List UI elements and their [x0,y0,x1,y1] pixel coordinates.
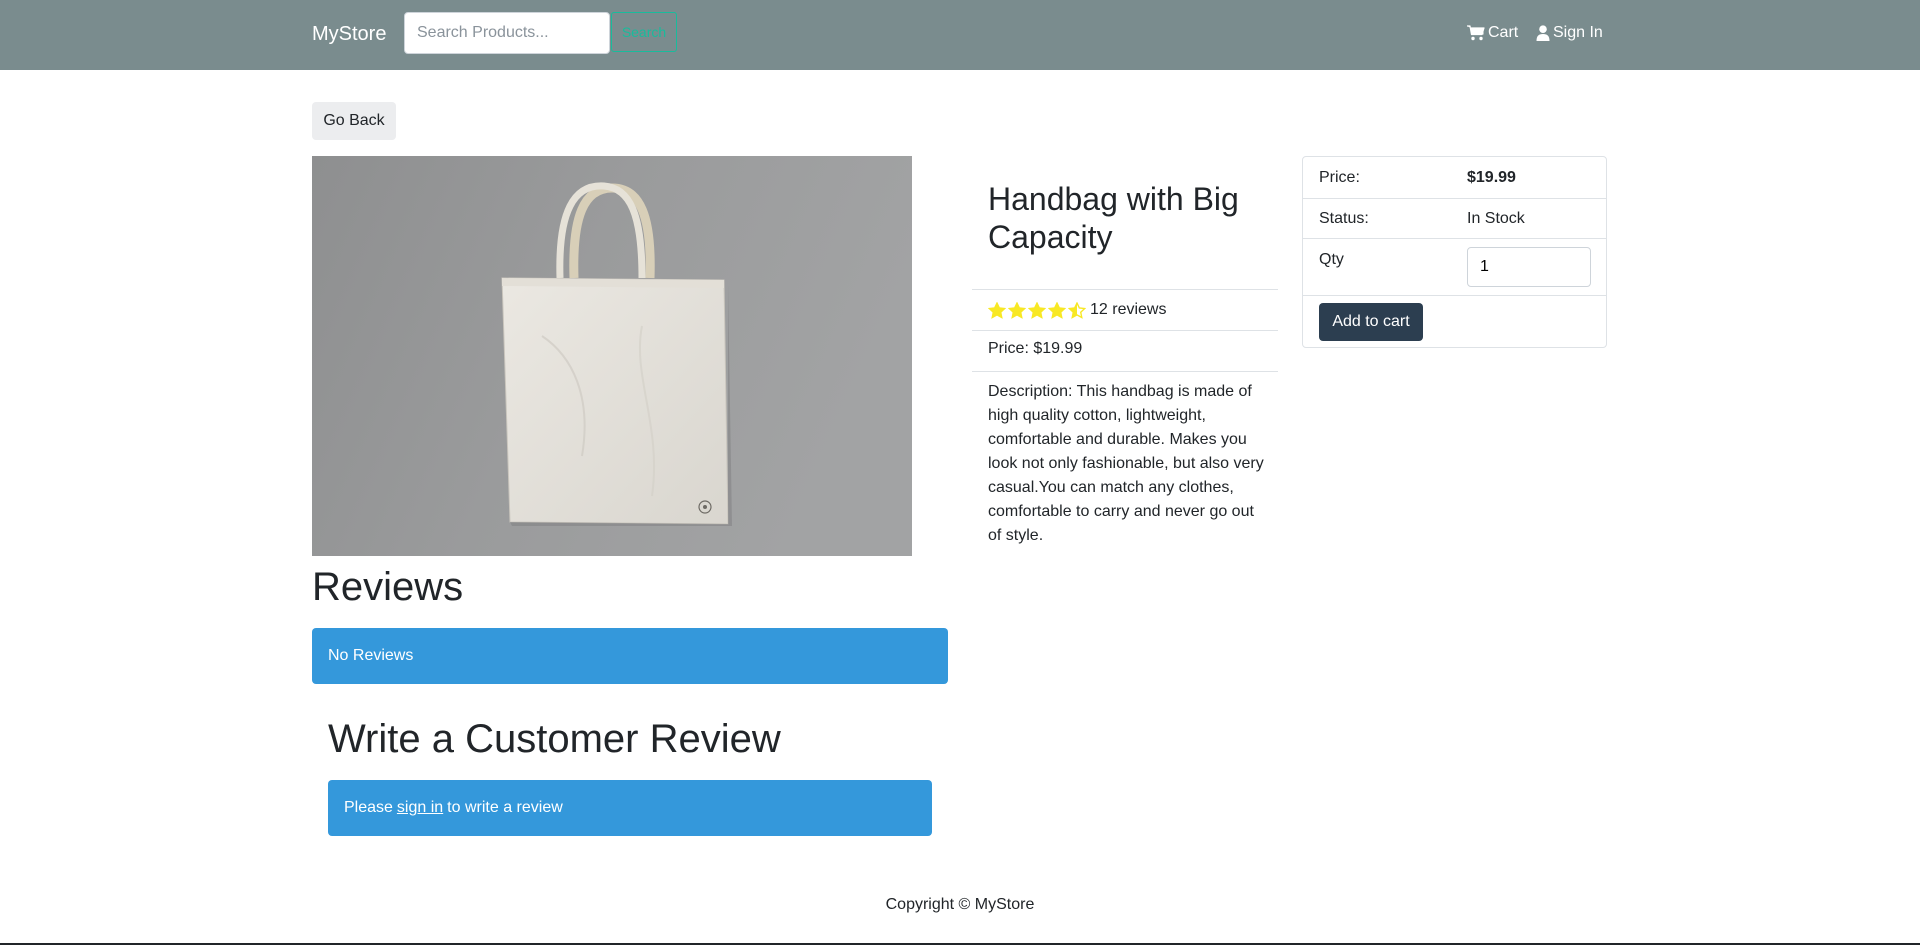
star-icon [1048,301,1066,319]
purchase-card: Price: $19.99 Status: In Stock Qty Add t… [1302,156,1607,348]
star-icon [1028,301,1046,319]
footer: Copyright © MyStore [0,894,1920,916]
reviews-heading: Reviews [312,565,464,609]
user-icon [1536,25,1550,41]
search-input[interactable] [404,12,610,54]
qty-label: Qty [1319,251,1344,268]
divider [972,330,1278,331]
search-button[interactable]: Search [611,12,677,52]
price-label: Price: [1319,169,1360,186]
nav-signin-link[interactable]: Sign In [1536,23,1603,43]
price-value: $19.99 [1467,169,1516,186]
star-icon [988,301,1006,319]
no-reviews-alert: No Reviews [312,628,948,684]
divider [972,289,1278,290]
reviews-count: 12 reviews [1090,301,1167,318]
nav-cart-link[interactable]: Cart [1467,23,1518,43]
product-image [312,156,912,556]
add-to-cart-button[interactable]: Add to cart [1319,303,1423,341]
signin-suffix: to write a review [447,799,563,816]
qty-input[interactable] [1467,247,1591,287]
navbar: MyStore Search Cart Sign In [0,0,1920,70]
nav-cart-label: Cart [1488,24,1519,41]
star-icon [1008,301,1026,319]
product-price: Price: $19.99 [988,340,1083,357]
status-row: Status: In Stock [1303,198,1606,239]
status-value: In Stock [1467,210,1525,227]
signin-prefix: Please [344,799,393,816]
copyright-text: Copyright © MyStore [885,896,1035,913]
price-row: Price: $19.99 [1303,157,1606,199]
status-label: Status: [1319,210,1369,227]
no-reviews-message: No Reviews [328,647,414,664]
product-rating: 12 reviews [988,298,1166,322]
signin-alert: Please sign in to write a review [328,780,932,836]
star-half-icon [1068,301,1086,319]
brand-logo[interactable]: MyStore [312,21,386,47]
shopping-cart-icon [1467,25,1485,41]
divider [972,371,1278,372]
nav-signin-label: Sign In [1553,24,1603,41]
rating-stars [988,301,1086,319]
signin-link[interactable]: sign in [397,799,443,817]
go-back-button[interactable]: Go Back [312,102,396,140]
product-title: Handbag with Big Capacity [988,181,1239,255]
product-description: Description: This handbag is made of hig… [988,383,1264,544]
write-review-heading: Write a Customer Review [328,717,781,761]
